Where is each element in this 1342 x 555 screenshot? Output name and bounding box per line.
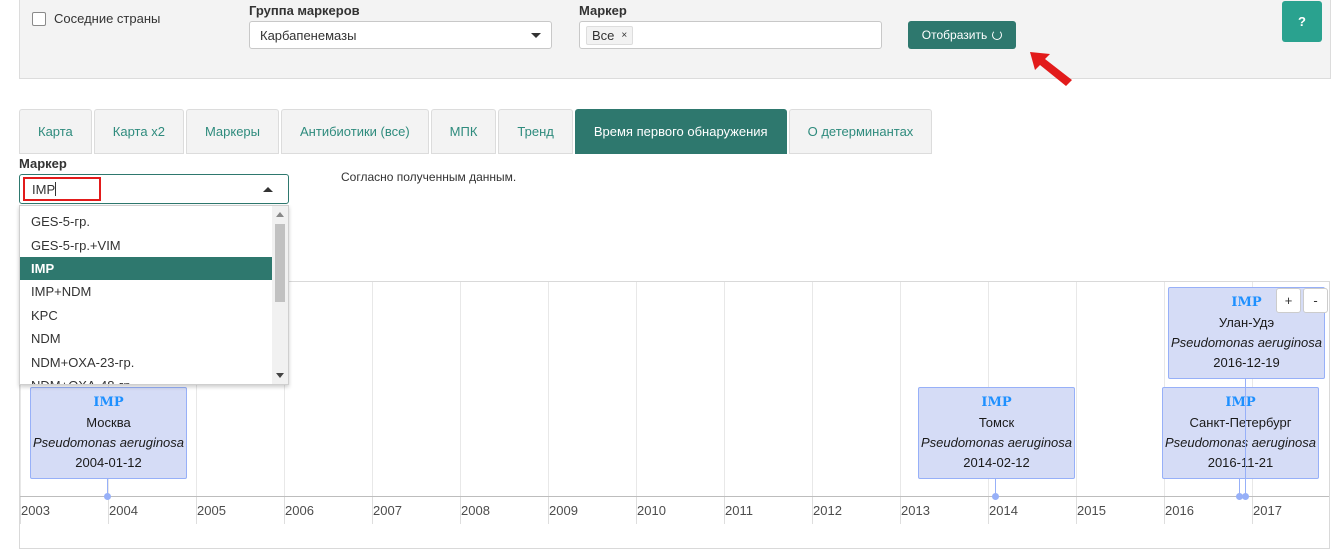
loading-spinner-icon <box>992 30 1003 40</box>
event-stem <box>1245 379 1246 496</box>
event-species: Pseudomonas aeruginosa <box>920 435 1073 450</box>
scrollbar-thumb[interactable] <box>275 224 285 302</box>
event-species: Pseudomonas aeruginosa <box>1164 435 1317 450</box>
tab-trend[interactable]: Тренд <box>498 109 573 154</box>
scroll-down-icon[interactable] <box>276 373 284 378</box>
dropdown-option[interactable]: KPC <box>20 304 272 327</box>
marker-select-label: Маркер <box>19 156 67 171</box>
close-icon[interactable]: × <box>621 30 627 41</box>
neighbors-checkbox-group[interactable]: Соседние страны <box>32 11 160 26</box>
timeline-axis <box>20 496 1329 497</box>
marker-group-select[interactable]: Карбапенемазы <box>249 21 552 49</box>
marker-group-value: Карбапенемазы <box>260 27 357 43</box>
dropdown-option[interactable]: NDM+OXA-23-гр. <box>20 350 272 373</box>
timeline-grid-line <box>812 282 813 496</box>
timeline-year-label: 2017 <box>1253 503 1282 518</box>
tab-bar: Карта Карта x2 Маркеры Антибиотики (все)… <box>19 109 934 154</box>
help-button[interactable]: ? <box>1282 1 1322 42</box>
event-marker: IMP <box>1225 395 1256 410</box>
dropdown-option[interactable]: GES-5-гр.+VIM <box>20 233 272 256</box>
marker-filter-multiselect[interactable]: Все × <box>579 21 882 49</box>
timeline-year-label: 2007 <box>373 503 402 518</box>
event-city: Москва <box>86 415 131 430</box>
event-marker: IMP <box>981 395 1012 410</box>
timeline-grid-line <box>460 282 461 496</box>
timeline-year-label: 2003 <box>21 503 50 518</box>
timeline-grid-line <box>372 282 373 496</box>
show-button-label: Отобразить <box>921 28 988 42</box>
tab-antibiotics[interactable]: Антибиотики (все) <box>281 109 429 154</box>
event-date: 2016-11-21 <box>1207 455 1274 470</box>
timeline-event[interactable]: IMP Томск Pseudomonas aeruginosa 2014-02… <box>918 387 1075 479</box>
marker-select[interactable]: IMP <box>19 174 289 204</box>
event-city: Санкт-Петербург <box>1189 415 1292 430</box>
timeline-year-label: 2011 <box>725 503 753 518</box>
event-date: 2014-02-12 <box>963 455 1030 470</box>
timeline-event[interactable]: IMP Москва Pseudomonas aeruginosa 2004-0… <box>30 387 187 479</box>
data-note: Согласно полученным данным. <box>341 170 517 184</box>
event-species: Pseudomonas aeruginosa <box>1170 335 1323 350</box>
marker-filter-label: Маркер <box>579 3 627 18</box>
timeline-year-label: 2013 <box>901 503 930 518</box>
event-date: 2004-01-12 <box>75 455 142 470</box>
timeline-event[interactable]: IMP Улан-Удэ Pseudomonas aeruginosa 2016… <box>1168 287 1325 379</box>
neighbors-checkbox[interactable] <box>32 11 46 26</box>
timeline-grid-line <box>1076 282 1077 496</box>
dropdown-option-selected[interactable]: IMP <box>20 256 272 281</box>
marker-group-label: Группа маркеров <box>249 3 360 18</box>
timeline-year-label: 2005 <box>197 503 226 518</box>
timeline-year-label: 2014 <box>989 503 1018 518</box>
tab-markers[interactable]: Маркеры <box>185 109 280 154</box>
dropdown-option[interactable]: NDM+OXA-48-гр. <box>20 374 272 384</box>
event-marker: IMP <box>93 395 124 410</box>
text-cursor <box>55 182 57 196</box>
event-city: Томск <box>978 415 1015 430</box>
timeline-year-label: 2010 <box>637 503 666 518</box>
marker-dropdown: GES-5-гр. GES-5-гр.+VIM IMP IMP+NDM KPC … <box>19 205 289 385</box>
marker-tag: Все × <box>586 25 634 45</box>
event-date: 2016-12-19 <box>1213 355 1280 370</box>
red-arrow-icon <box>1030 52 1072 86</box>
chevron-up-icon <box>263 187 273 192</box>
dropdown-scrollbar[interactable] <box>272 206 288 384</box>
tab-mic[interactable]: МПК <box>430 109 497 154</box>
dropdown-option[interactable]: NDM <box>20 327 272 350</box>
show-button[interactable]: Отобразить <box>908 21 1016 49</box>
timeline-year-label: 2012 <box>813 503 842 518</box>
chevron-down-icon <box>531 32 541 38</box>
scroll-up-icon[interactable] <box>276 212 284 217</box>
marker-select-value: IMP <box>32 181 56 197</box>
timeline-year-label: 2015 <box>1077 503 1106 518</box>
tab-determinants[interactable]: О детерминантах <box>788 109 933 154</box>
timeline-grid-line <box>724 282 725 496</box>
dropdown-option[interactable]: GES-5-гр. <box>20 210 272 233</box>
timeline-year-label: 2004 <box>109 503 138 518</box>
marker-search-input[interactable]: IMP <box>23 177 101 201</box>
timeline-year-label: 2016 <box>1165 503 1194 518</box>
timeline-year-label: 2006 <box>285 503 314 518</box>
zoom-out-button[interactable]: - <box>1303 288 1328 313</box>
zoom-in-button[interactable]: + <box>1276 288 1301 313</box>
event-dot[interactable] <box>1242 493 1249 500</box>
tab-map[interactable]: Карта <box>19 109 92 154</box>
event-city: Улан-Удэ <box>1218 315 1275 330</box>
event-dot[interactable] <box>992 493 999 500</box>
timeline-grid-line <box>900 282 901 496</box>
tab-map-x2[interactable]: Карта x2 <box>93 109 184 154</box>
timeline-event[interactable]: IMP Санкт-Петербург Pseudomonas aerugino… <box>1162 387 1319 479</box>
timeline-year-label: 2008 <box>461 503 490 518</box>
event-species: Pseudomonas aeruginosa <box>32 435 185 450</box>
neighbors-label: Соседние страны <box>54 11 161 26</box>
timeline-year-label: 2009 <box>549 503 578 518</box>
timeline-grid-line <box>636 282 637 496</box>
marker-tag-label: Все <box>592 27 615 43</box>
timeline-grid-line <box>548 282 549 496</box>
dropdown-option[interactable]: IMP+NDM <box>20 280 272 303</box>
tab-first-detection[interactable]: Время первого обнаружения <box>574 109 787 154</box>
event-dot[interactable] <box>104 493 111 500</box>
